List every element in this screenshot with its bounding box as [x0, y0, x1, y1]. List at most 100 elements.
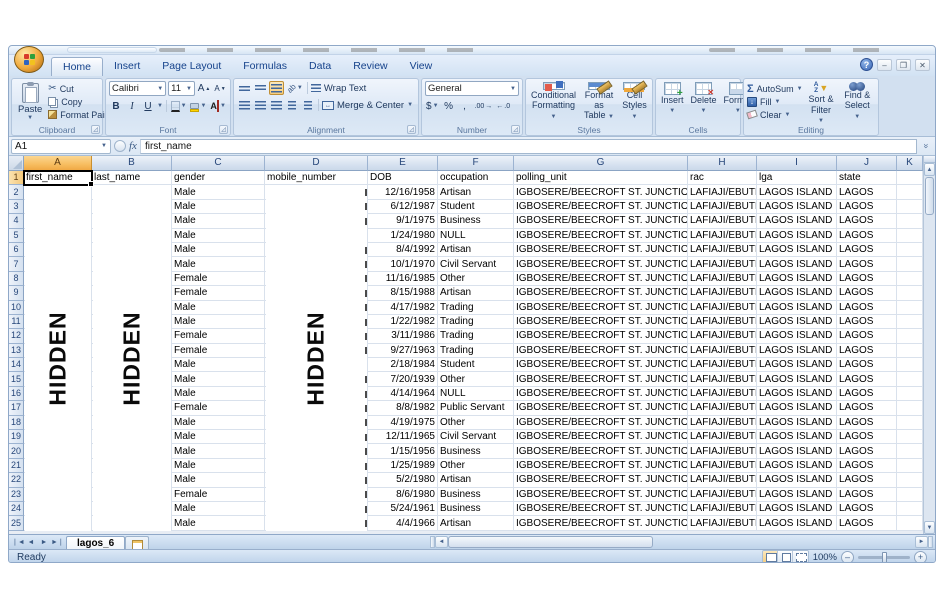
normal-view-button[interactable]: [763, 551, 778, 563]
orientation-button[interactable]: ab▼: [286, 81, 304, 95]
horizontal-scroll-track[interactable]: [653, 536, 915, 548]
cell[interactable]: Male: [172, 358, 265, 372]
cell[interactable]: [897, 185, 923, 199]
cell[interactable]: Male: [172, 301, 265, 315]
column-header-E[interactable]: E: [368, 156, 438, 171]
cell[interactable]: 8/8/1982: [368, 401, 438, 415]
cell[interactable]: LAGOS ISLAND: [757, 200, 837, 214]
cell[interactable]: Student: [438, 358, 514, 372]
cell[interactable]: IGBOSERE/BEECROFT ST. JUNCTION I: [514, 401, 688, 415]
scroll-right-icon[interactable]: ►: [915, 536, 928, 548]
cell[interactable]: [897, 229, 923, 243]
cell[interactable]: IGBOSERE/BEECROFT ST. JUNCTION I: [514, 229, 688, 243]
cell[interactable]: LAGOS ISLAND: [757, 372, 837, 386]
first-sheet-icon[interactable]: ❘◄: [12, 538, 24, 546]
cell[interactable]: LAGOS: [837, 502, 897, 516]
cell[interactable]: Trading: [438, 344, 514, 358]
minimize-icon[interactable]: –: [877, 59, 892, 71]
cell[interactable]: LAGOS: [837, 488, 897, 502]
cell[interactable]: LAFIAJI/EBUTE: [688, 416, 757, 430]
cell[interactable]: LAGOS: [837, 329, 897, 343]
cell[interactable]: Artisan: [438, 243, 514, 257]
shrink-font-button[interactable]: A▼: [213, 82, 227, 96]
column-header-C[interactable]: C: [172, 156, 265, 171]
cell[interactable]: Trading: [438, 301, 514, 315]
cell[interactable]: Male: [172, 430, 265, 444]
merge-center-button[interactable]: ↔Merge & Center▼: [322, 99, 413, 112]
row-header-2[interactable]: 2: [9, 185, 24, 199]
decrease-decimal-button[interactable]: ←.0: [495, 99, 511, 113]
cell[interactable]: LAFIAJI/EBUTE: [688, 401, 757, 415]
cell[interactable]: LAGOS ISLAND: [757, 257, 837, 271]
cell[interactable]: [897, 344, 923, 358]
cell[interactable]: first_name: [24, 171, 92, 185]
cell[interactable]: LAFIAJI/EBUTE: [688, 344, 757, 358]
column-header-B[interactable]: B: [92, 156, 172, 171]
cell[interactable]: 1/15/1956: [368, 444, 438, 458]
cell[interactable]: 8/6/1980: [368, 488, 438, 502]
cell[interactable]: IGBOSERE/BEECROFT ST. JUNCTION I: [514, 444, 688, 458]
cell[interactable]: LAGOS ISLAND: [757, 473, 837, 487]
cell[interactable]: LAGOS ISLAND: [757, 387, 837, 401]
cell[interactable]: 12/11/1965: [368, 430, 438, 444]
cell[interactable]: LAGOS ISLAND: [757, 344, 837, 358]
cell[interactable]: 1/24/1980: [368, 229, 438, 243]
row-header-16[interactable]: 16: [9, 387, 24, 401]
cell[interactable]: LAGOS: [837, 257, 897, 271]
font-dialog-launcher[interactable]: ◿: [219, 125, 228, 134]
ribbon-tab-data[interactable]: Data: [298, 57, 342, 76]
cell[interactable]: LAGOS: [837, 286, 897, 300]
cell[interactable]: LAGOS ISLAND: [757, 488, 837, 502]
cell[interactable]: [897, 459, 923, 473]
vertical-scrollbar[interactable]: ▲ ▼: [923, 156, 935, 534]
zoom-level[interactable]: 100%: [813, 552, 837, 563]
cell[interactable]: LAFIAJI/EBUTE: [688, 257, 757, 271]
column-header-A[interactable]: A: [24, 156, 92, 171]
cell[interactable]: LAGOS ISLAND: [757, 401, 837, 415]
alignment-dialog-launcher[interactable]: ◿: [407, 125, 416, 134]
zoom-in-button[interactable]: +: [914, 551, 927, 564]
italic-button[interactable]: I: [125, 99, 139, 113]
last-sheet-icon[interactable]: ►❘: [51, 538, 63, 546]
cell[interactable]: Male: [172, 459, 265, 473]
next-sheet-icon[interactable]: ►: [38, 539, 50, 546]
cell[interactable]: Trading: [438, 329, 514, 343]
fill-color-button[interactable]: ▼: [190, 99, 208, 113]
cell[interactable]: LAGOS: [837, 473, 897, 487]
cell[interactable]: LAGOS ISLAND: [757, 301, 837, 315]
zoom-out-button[interactable]: –: [841, 551, 854, 564]
cell[interactable]: state: [837, 171, 897, 185]
row-header-21[interactable]: 21: [9, 459, 24, 473]
align-bottom-button[interactable]: [269, 81, 284, 95]
cell[interactable]: LAGOS ISLAND: [757, 459, 837, 473]
row-header-24[interactable]: 24: [9, 502, 24, 516]
cell[interactable]: LAFIAJI/EBUTE: [688, 200, 757, 214]
row-header-15[interactable]: 15: [9, 372, 24, 386]
cell[interactable]: Male: [172, 214, 265, 228]
split-handle[interactable]: [924, 156, 935, 163]
cell[interactable]: [897, 516, 923, 530]
cell[interactable]: [897, 301, 923, 315]
cell[interactable]: Trading: [438, 315, 514, 329]
fill-button[interactable]: ↓Fill▼: [747, 95, 803, 108]
row-header-8[interactable]: 8: [9, 272, 24, 286]
cell[interactable]: LAGOS ISLAND: [757, 185, 837, 199]
cell[interactable]: LAGOS ISLAND: [757, 516, 837, 530]
grow-font-button[interactable]: A▲: [197, 82, 211, 96]
ribbon-tab-view[interactable]: View: [399, 57, 444, 76]
cell[interactable]: Business: [438, 502, 514, 516]
align-left-button[interactable]: [237, 98, 251, 112]
cell[interactable]: LAFIAJI/EBUTE: [688, 459, 757, 473]
cell[interactable]: [897, 329, 923, 343]
font-size-select[interactable]: 11▼: [168, 81, 195, 96]
cell[interactable]: IGBOSERE/BEECROFT ST. JUNCTION I: [514, 488, 688, 502]
cell[interactable]: Female: [172, 272, 265, 286]
cell-styles-button[interactable]: Cell Styles ▼: [620, 81, 649, 123]
row-header-22[interactable]: 22: [9, 473, 24, 487]
cell[interactable]: occupation: [438, 171, 514, 185]
cell[interactable]: LAGOS: [837, 358, 897, 372]
cell[interactable]: IGBOSERE/BEECROFT ST. JUNCTION I: [514, 200, 688, 214]
cell[interactable]: LAFIAJI/EBUTE: [688, 329, 757, 343]
cell[interactable]: Female: [172, 344, 265, 358]
cell[interactable]: 3/11/1986: [368, 329, 438, 343]
